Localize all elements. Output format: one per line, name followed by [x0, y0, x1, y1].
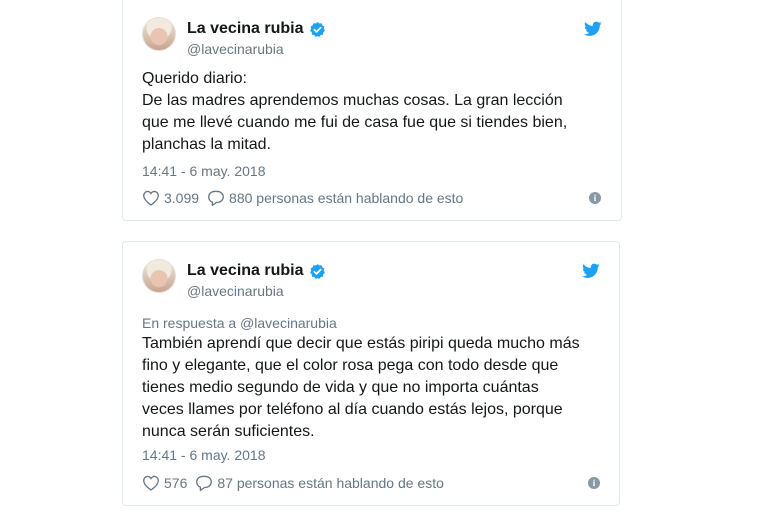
author-handle[interactable]: @lavecinarubia — [187, 283, 284, 299]
reply-context[interactable]: En respuesta a @lavecinarubia — [142, 315, 337, 331]
reply-button[interactable]: 880 personas están hablando de esto — [207, 190, 463, 206]
info-icon[interactable]: i — [588, 477, 600, 489]
twitter-bird-icon[interactable] — [584, 21, 602, 37]
reply-button[interactable]: 87 personas están hablando de esto — [195, 475, 444, 491]
tweet-actions: 3.099 880 personas están hablando de est… — [142, 190, 471, 206]
avatar[interactable] — [142, 17, 176, 51]
avatar[interactable] — [142, 259, 176, 293]
conversation-text: 880 personas están hablando de esto — [229, 190, 464, 206]
speech-bubble-icon — [208, 190, 224, 206]
timestamp[interactable]: 14:41 - 6 may. 2018 — [142, 163, 265, 179]
tweet-card: La vecina rubia @lavecinarubia Querido d… — [122, 0, 622, 221]
verified-badge-icon — [309, 263, 325, 279]
like-button[interactable]: 3.099 — [142, 190, 199, 206]
conversation-text: 87 personas están hablando de esto — [217, 475, 444, 491]
heart-icon — [143, 475, 159, 491]
like-button[interactable]: 576 — [142, 475, 187, 491]
like-count: 576 — [164, 475, 188, 491]
author-row[interactable]: La vecina rubia — [187, 262, 326, 280]
verified-badge-icon — [309, 21, 325, 37]
info-icon[interactable]: i — [589, 192, 601, 204]
author-handle[interactable]: @lavecinarubia — [187, 41, 284, 57]
heart-icon — [143, 190, 159, 206]
author-name[interactable]: La vecina rubia — [187, 262, 304, 280]
like-count: 3.099 — [164, 190, 200, 206]
timestamp[interactable]: 14:41 - 6 may. 2018 — [142, 447, 265, 463]
tweet-text: También aprendí que decir que estás piri… — [142, 335, 580, 440]
twitter-bird-icon[interactable] — [582, 263, 600, 279]
tweet-text: Querido diario: De las madres aprendemos… — [142, 70, 568, 153]
author-row[interactable]: La vecina rubia — [187, 20, 326, 38]
author-name[interactable]: La vecina rubia — [187, 20, 304, 38]
speech-bubble-icon — [196, 475, 213, 491]
tweet-actions: 576 87 personas están hablando de esto — [142, 475, 452, 491]
tweet-card: La vecina rubia @lavecinarubia En respue… — [122, 241, 620, 506]
